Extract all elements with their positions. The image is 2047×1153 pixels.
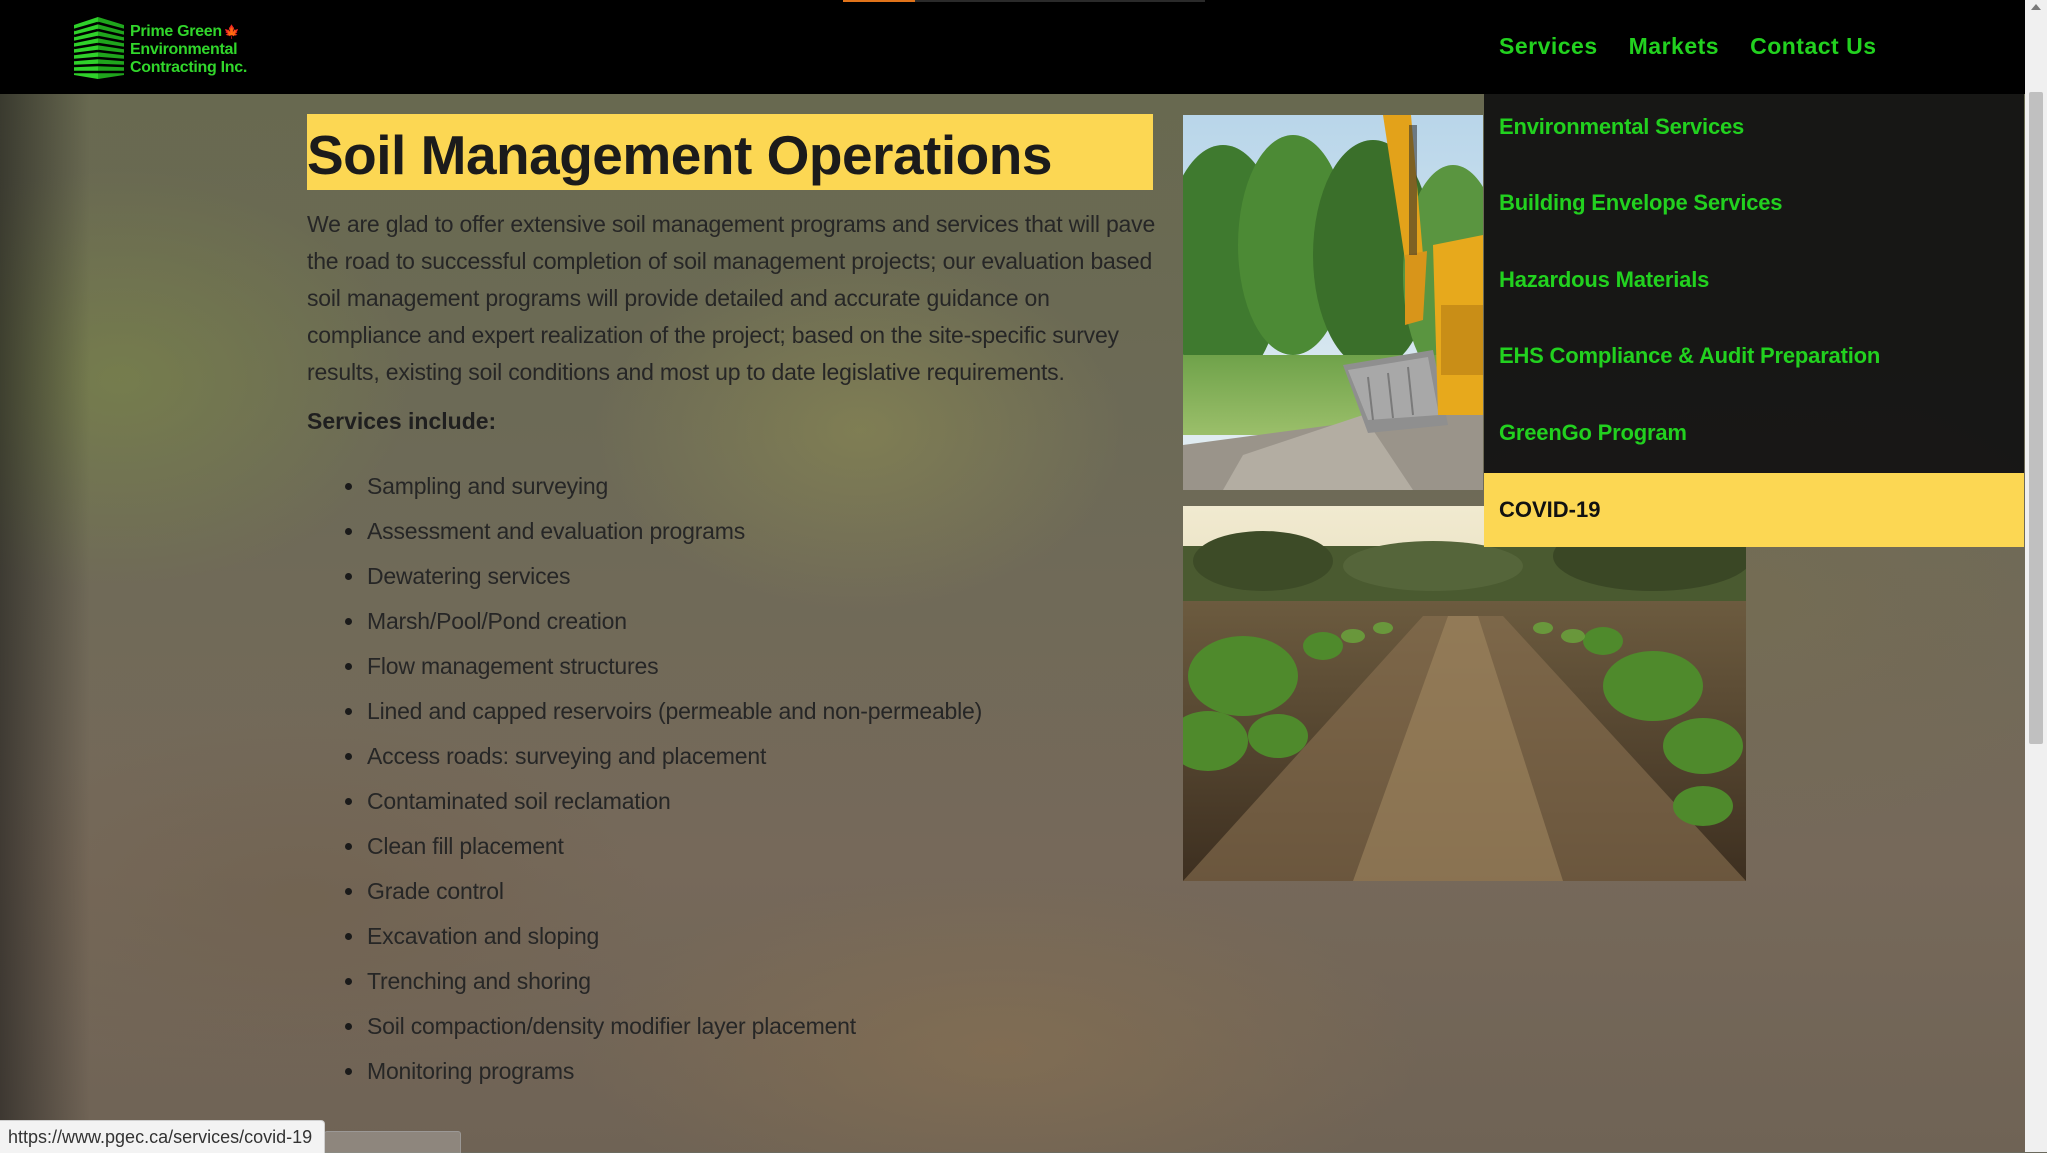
logo-line-2: Environmental bbox=[130, 41, 238, 58]
list-item: Trenching and shoring bbox=[307, 963, 982, 1008]
list-item: Flow management structures bbox=[307, 648, 982, 693]
site-header: Prime Green 🍁 Environmental Contracting I… bbox=[0, 0, 2025, 94]
menu-item-covid-19-label: COVID-19 bbox=[1499, 497, 1601, 522]
intro-paragraph: We are glad to offer extensive soil mana… bbox=[307, 211, 1156, 385]
page-title: Soil Management Operations bbox=[307, 124, 1052, 186]
menu-item-building-envelope-services[interactable]: Building Envelope Services bbox=[1499, 190, 1783, 216]
page-edge-tab bbox=[324, 1131, 461, 1153]
menu-item-environmental-services[interactable]: Environmental Services bbox=[1499, 114, 1744, 140]
maple-leaf-icon: 🍁 bbox=[223, 24, 240, 39]
browser-status-bar: https://www.pgec.ca/services/covid-19 bbox=[0, 1120, 325, 1153]
list-item: Soil compaction/density modifier layer p… bbox=[307, 1008, 982, 1053]
list-item: Sampling and surveying bbox=[307, 468, 982, 513]
excavator-photo bbox=[1183, 115, 1483, 490]
crop-field-photo bbox=[1183, 506, 1746, 881]
services-heading: Services include: bbox=[307, 408, 497, 434]
list-item: Assessment and evaluation programs bbox=[307, 513, 982, 558]
nav-services[interactable]: Services bbox=[1499, 33, 1598, 60]
status-url: https://www.pgec.ca/services/covid-19 bbox=[8, 1127, 313, 1147]
list-item: Lined and capped reservoirs (permeable a… bbox=[307, 693, 982, 738]
list-item: Dewatering services bbox=[307, 558, 982, 603]
list-item: Grade control bbox=[307, 873, 982, 918]
menu-item-greengo-program[interactable]: GreenGo Program bbox=[1499, 420, 1687, 446]
scrollbar-thumb[interactable] bbox=[2029, 92, 2043, 744]
scroll-up-arrow-icon[interactable] bbox=[2031, 4, 2041, 10]
loading-bar-progress bbox=[843, 0, 915, 2]
nav-contact-us[interactable]: Contact Us bbox=[1750, 33, 1876, 60]
menu-item-ehs-compliance[interactable]: EHS Compliance & Audit Preparation bbox=[1499, 343, 1880, 369]
services-dropdown-menu: Environmental Services Building Envelope… bbox=[1484, 94, 2024, 547]
services-list: Sampling and surveying Assessment and ev… bbox=[307, 468, 982, 1098]
logo-line-3: Contracting Inc. bbox=[130, 59, 247, 76]
logo-wordmark: Prime Green 🍁 Environmental Contracting I… bbox=[130, 23, 247, 77]
loading-bar-track bbox=[915, 0, 1205, 2]
background-shade bbox=[0, 94, 90, 1152]
page-title-highlight: Soil Management Operations bbox=[307, 114, 1153, 190]
building-logo-icon bbox=[73, 17, 125, 79]
list-item: Excavation and sloping bbox=[307, 918, 982, 963]
menu-item-covid-19[interactable]: COVID-19 bbox=[1484, 473, 2024, 547]
site-logo[interactable]: Prime Green 🍁 Environmental Contracting I… bbox=[72, 17, 262, 79]
menu-item-hazardous-materials[interactable]: Hazardous Materials bbox=[1499, 267, 1709, 293]
list-item: Monitoring programs bbox=[307, 1053, 982, 1098]
vertical-scrollbar[interactable] bbox=[2025, 0, 2047, 1152]
list-item: Contaminated soil reclamation bbox=[307, 783, 982, 828]
nav-markets[interactable]: Markets bbox=[1629, 33, 1719, 60]
list-item: Marsh/Pool/Pond creation bbox=[307, 603, 982, 648]
list-item: Access roads: surveying and placement bbox=[307, 738, 982, 783]
list-item: Clean fill placement bbox=[307, 828, 982, 873]
logo-line-1: Prime Green bbox=[130, 23, 222, 40]
main-nav: Services Markets Contact Us bbox=[1499, 33, 1907, 60]
